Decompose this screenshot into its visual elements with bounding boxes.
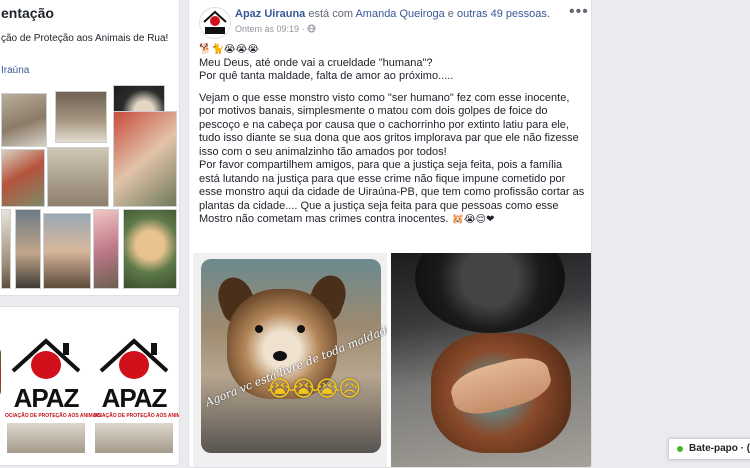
- emoji-line: 🐕🐈😭😭😭: [199, 44, 259, 55]
- with-text: está com: [308, 8, 353, 20]
- photo-thumbnail[interactable]: [47, 147, 109, 207]
- globe-icon: ·: [302, 24, 317, 34]
- dog-photo: [201, 259, 381, 453]
- apaz-logo[interactable]: APAZ OCIAÇÃO DE PROTEÇÃO AOS ANIMAIS: [93, 337, 180, 455]
- post-line: está lutando na justiça para que esse cr…: [199, 172, 566, 185]
- logo-subtitle: OCIAÇÃO DE PROTEÇÃO AOS ANIMAIS: [93, 413, 180, 419]
- post-line: Por quê tanta maldade, falta de amor ao …: [199, 70, 454, 82]
- author-link[interactable]: Apaz Uirauna: [235, 8, 305, 20]
- post-line: Meu Deus, até onde vai a crueldade "huma…: [199, 56, 433, 69]
- apaz-logo-icon: [203, 10, 227, 34]
- chat-label: Bate-papo · (1: [689, 443, 750, 454]
- logo-text: APAZ: [13, 383, 80, 413]
- post-timestamp[interactable]: Ontem às 09:19: [235, 24, 299, 34]
- post-line: por motivos banais, simplesmente o matou…: [199, 105, 548, 117]
- post-line: tudo isso diante se sua dona que aos gri…: [199, 132, 579, 144]
- photo-thumbnail[interactable]: [123, 209, 177, 289]
- post-meta: Ontem às 09:19 ·: [235, 24, 316, 34]
- post-line: esse monstro aqui da cidade de Uiraúna-P…: [199, 186, 585, 198]
- photo-thumbnail[interactable]: [1, 209, 11, 289]
- others-link[interactable]: outras 49 pessoas.: [457, 8, 550, 20]
- and-text: e: [447, 8, 454, 20]
- christmas-tree-icon: [0, 347, 1, 397]
- intro-description: ção de Proteção aos Animais de Rua!: [1, 33, 169, 44]
- post-line: Mostro não cometam mas crimes contra ino…: [199, 213, 591, 227]
- page-avatar[interactable]: [199, 7, 231, 39]
- post-header: Apaz Uirauna está com Amanda Queiroga e …: [235, 8, 550, 20]
- post-line: isso com o seu animalzinho tão amados po…: [199, 145, 447, 158]
- post-photo-injured-dog[interactable]: [391, 253, 591, 467]
- feed-post: Apaz Uirauna está com Amanda Queiroga e …: [188, 0, 592, 468]
- post-last-line: Mostro não cometam mas crimes contra ino…: [199, 213, 449, 225]
- post-line: plantas da cidade.... Que a justiça seja…: [199, 199, 559, 212]
- heart-icon: [119, 351, 149, 379]
- logo-photo: [7, 423, 85, 453]
- post-body: 🐕🐈😭😭😭 Meu Deus, até onde vai a crueldade…: [199, 43, 591, 227]
- photo-thumbnail[interactable]: [113, 111, 177, 207]
- intro-card: entação ção de Proteção aos Animais de R…: [0, 0, 180, 296]
- photo-thumbnail[interactable]: [43, 213, 91, 289]
- post-line: pescoço e na cabeça por causa que o cach…: [199, 118, 569, 131]
- photo-thumbnail[interactable]: [55, 91, 107, 143]
- logo-subtitle: OCIAÇÃO DE PROTEÇÃO AOS ANIMAIS: [5, 413, 102, 419]
- post-options-button[interactable]: •••: [569, 3, 589, 21]
- online-status-icon: [677, 446, 683, 452]
- photo-thumbnail[interactable]: [1, 93, 47, 147]
- photo-thumbnail[interactable]: [93, 209, 119, 289]
- photo-thumbnail[interactable]: [15, 209, 41, 289]
- intro-title: entação: [1, 5, 54, 21]
- logo-text: APAZ: [101, 383, 168, 413]
- wheel-shape: [415, 253, 565, 333]
- photo-emoji: 😭😭😭😥: [267, 377, 361, 402]
- chat-bar[interactable]: Bate-papo · (1: [668, 438, 750, 460]
- post-photo-dog[interactable]: Agora vc está livre de toda maldade 😭😭😭😥: [193, 253, 387, 467]
- post-line: Vejam o que esse monstro visto como "ser…: [199, 91, 570, 104]
- tagged-person-link[interactable]: Amanda Queiroga: [355, 8, 444, 20]
- post-line: Por favor compartilhem amigos, para que …: [199, 159, 563, 171]
- intro-location-link[interactable]: Iraúna: [1, 65, 29, 76]
- apaz-logo[interactable]: APAZ OCIAÇÃO DE PROTEÇÃO AOS ANIMAIS: [5, 337, 102, 455]
- photo-thumbnail[interactable]: [1, 149, 45, 207]
- heart-icon: [31, 351, 61, 379]
- logo-photo: [95, 423, 173, 453]
- logos-card: APAZ OCIAÇÃO DE PROTEÇÃO AOS ANIMAIS APA…: [0, 306, 180, 466]
- emoji-line: 🐹😭😌❤: [451, 214, 495, 225]
